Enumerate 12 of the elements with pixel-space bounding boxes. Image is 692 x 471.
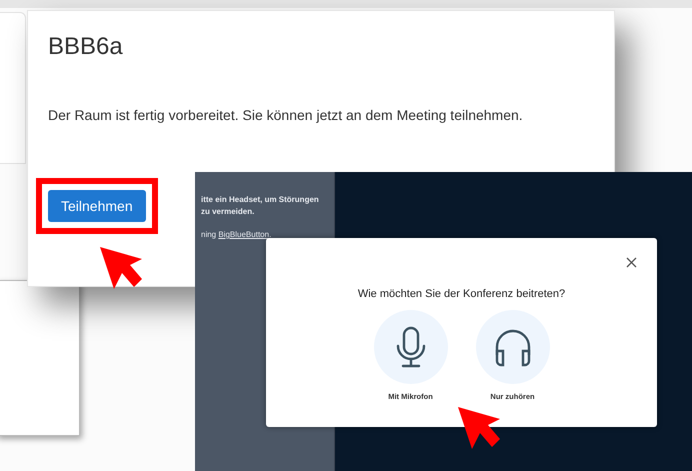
help-link[interactable]: BigBlueButton. — [218, 230, 272, 239]
pointer-arrow-icon — [98, 245, 144, 291]
dialog-message: Der Raum ist fertig vorbereitet. Sie können jetzt an dem Meeting teilnehmen. — [48, 107, 524, 123]
close-icon[interactable] — [626, 257, 637, 268]
join-button[interactable]: Teilnehmen — [48, 190, 146, 222]
pointer-arrow-icon — [456, 405, 502, 451]
panel-text: zu vermeiden. — [201, 206, 256, 218]
panel-text: ning BigBlueButton. — [201, 230, 272, 239]
modal-question: Wie möchten Sie der Konferenz beitreten? — [358, 288, 566, 300]
microphone-icon — [394, 326, 426, 368]
panel-text: itte ein Headset, um Störungen — [201, 194, 320, 206]
dialog-title: BBB6a — [48, 33, 124, 61]
